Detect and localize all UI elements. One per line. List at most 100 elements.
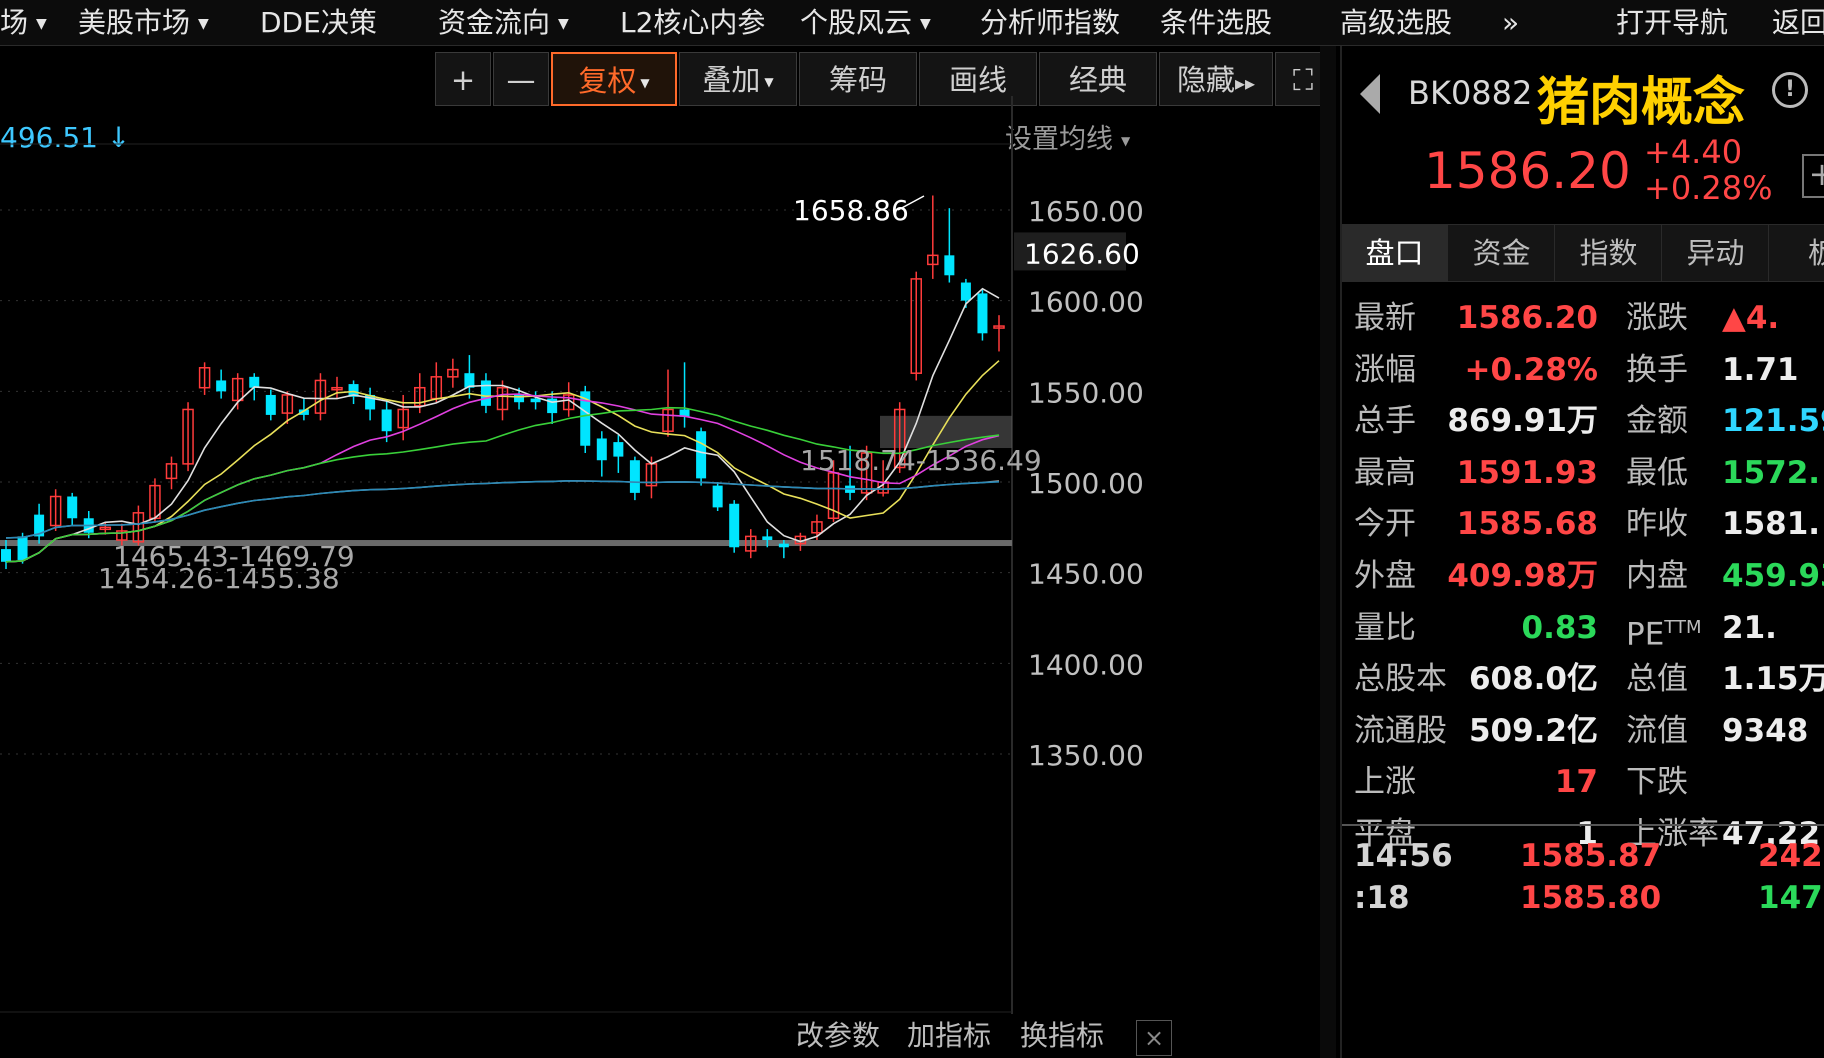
quote-row: 涨幅 +0.28% 换手 1.71 — [1342, 344, 1824, 396]
quote-label: 下跌 — [1626, 756, 1688, 808]
nav-item-10[interactable]: 打开导航 — [1616, 6, 1728, 40]
candle-body — [17, 536, 28, 560]
nav-item-label: 打开导航 — [1616, 6, 1729, 39]
quote-value: 21. — [1722, 609, 1777, 646]
quote-label: 最新 — [1354, 300, 1416, 336]
candle-body — [960, 282, 971, 301]
panel-tabs: 盘口 资金 指数 异动板 — [1342, 224, 1824, 282]
quote-label: 总值 — [1626, 653, 1688, 705]
quote-label-text: 昨收 — [1626, 506, 1688, 543]
kline-chart[interactable]: 1650.00 1600.00 1550.00 1500.00 1450.00 1400.… — [0, 0, 1320, 1014]
quote-label-text: 流值 — [1626, 712, 1688, 749]
tab-2[interactable]: 指数 — [1556, 225, 1662, 281]
switch-indicator-button[interactable]: 换指标 — [1020, 1016, 1104, 1056]
quote-value: 0.83 — [1521, 609, 1599, 646]
indicator-bar: 改参数 加指标 换指标 × — [0, 1014, 1180, 1058]
quote-label-text: 内盘 — [1626, 558, 1688, 594]
quote-value: 509.2亿 — [1468, 712, 1598, 749]
chart-divider-scrollbar[interactable] — [1320, 46, 1336, 1058]
candle-body — [712, 485, 723, 508]
divider — [1342, 824, 1824, 826]
quote-label: 外盘 — [1354, 558, 1416, 594]
change-value: +4.40 — [1644, 133, 1743, 171]
current-price-label: 1626.60 — [1024, 237, 1140, 270]
close-icon[interactable]: × — [1136, 1020, 1172, 1056]
sector-code: BK0882 — [1408, 74, 1533, 112]
quote-value: 1591.93 — [1456, 454, 1598, 491]
info-icon[interactable]: ! — [1772, 72, 1808, 108]
quote-label: 流值 — [1626, 705, 1688, 757]
y-axis-label: 1600.00 — [1028, 286, 1144, 319]
tick-time: :18 — [1354, 880, 1410, 916]
candle-body — [381, 409, 392, 432]
candle-body — [249, 376, 260, 388]
price-annotation: 1658.86 — [793, 194, 909, 227]
quote-label-sup: TTM — [1664, 616, 1702, 638]
quote-label: 金额 — [1626, 395, 1688, 447]
tab-0[interactable]: 盘口 — [1342, 225, 1448, 281]
nav-item-label: » — [1502, 6, 1520, 39]
candle-body — [778, 543, 789, 548]
quote-value: 1.71 — [1722, 351, 1799, 388]
nav-item-9[interactable]: » — [1502, 6, 1519, 40]
quote-label: 涨跌 — [1626, 292, 1688, 344]
candle-body — [480, 380, 491, 406]
price-annotation: 1518.74-1536.49 — [800, 444, 1042, 477]
nav-item-label: 高级选股 — [1340, 6, 1453, 39]
nav-item-8[interactable]: 高级选股 — [1340, 6, 1452, 40]
candle-body — [216, 380, 227, 392]
quote-label: 总股本 — [1354, 661, 1447, 698]
y-axis-label: 1350.00 — [1028, 739, 1144, 772]
quote-row: 外盘 409.98万内盘 459.93 — [1342, 550, 1824, 602]
quote-label: 量比 — [1354, 609, 1416, 646]
add-indicator-button[interactable]: 加指标 — [907, 1016, 991, 1056]
quote-value: 1572. — [1722, 454, 1821, 491]
candle-body — [596, 438, 607, 461]
params-button[interactable]: 改参数 — [796, 1016, 880, 1056]
quote-label-text: 下跌 — [1626, 764, 1688, 801]
quote-row: 流通股 509.2亿 流值 9348 — [1342, 705, 1824, 757]
tick-time: 14:56 — [1354, 838, 1453, 874]
tab-1[interactable]: 资金 — [1449, 225, 1555, 281]
tab-4[interactable]: 板 — [1770, 225, 1824, 281]
y-axis-label: 1450.00 — [1028, 558, 1144, 591]
quote-label: 总手 — [1354, 403, 1416, 440]
quote-label: 涨幅 — [1354, 351, 1416, 388]
candle-body — [729, 503, 740, 548]
quote-label: 最高 — [1354, 454, 1416, 491]
quote-label: 上涨 — [1354, 764, 1416, 801]
nav-item-11[interactable]: 返回 — [1772, 6, 1824, 40]
quote-value: 459.93 — [1722, 558, 1824, 594]
quote-value: 17 — [1554, 764, 1598, 801]
quote-label-text: 最低 — [1626, 454, 1688, 491]
quote-row: 最新 1586.20 涨跌 ▲4. — [1342, 292, 1824, 344]
quote-label: 最低 — [1626, 447, 1688, 499]
quote-value: 1.15万 — [1722, 661, 1824, 698]
sector-header: BK0882 猪肉概念 ! 1586.20 +4.40 +0.28% + — [1342, 46, 1824, 222]
y-axis-label: 1550.00 — [1028, 376, 1144, 409]
quote-row: 量比 0.83 PETTM 21. — [1342, 602, 1824, 654]
quote-label: PETTM — [1626, 602, 1702, 660]
quote-value: 869.91万 — [1447, 403, 1598, 440]
quote-panel: BK0882 猪肉概念 ! 1586.20 +4.40 +0.28% + 盘口资… — [1340, 46, 1824, 1058]
candle-body — [977, 293, 988, 334]
sector-price: 1586.20 — [1424, 142, 1631, 200]
candle-body — [1, 549, 11, 562]
add-watchlist-button[interactable]: + — [1802, 154, 1824, 198]
quote-value: 409.98万 — [1447, 558, 1598, 594]
candle-body — [530, 398, 541, 403]
candle-body — [762, 536, 773, 541]
quote-label: 换手 — [1626, 344, 1688, 396]
quote-label-text: 金额 — [1626, 403, 1688, 440]
quote-row: 今开 1585.68 昨收 1581. — [1342, 498, 1824, 550]
tick-price: 1585.87 — [1520, 838, 1662, 874]
tick-price: 1585.80 — [1520, 880, 1662, 916]
tick-row: :18 1585.80 147 — [1342, 878, 1824, 918]
candle-body — [613, 442, 624, 457]
tab-3[interactable]: 异动 — [1663, 225, 1769, 281]
back-arrow-icon[interactable] — [1360, 74, 1380, 114]
quote-value: 121.59 — [1722, 403, 1824, 440]
candle-body — [265, 394, 276, 415]
quote-row: 上涨 17 下跌 — [1342, 756, 1824, 808]
quote-value: 1581. — [1722, 506, 1821, 543]
